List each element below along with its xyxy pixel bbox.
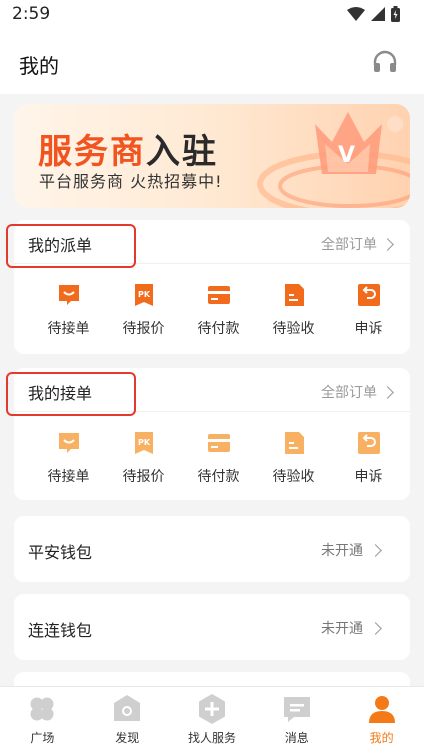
- dispatch-orders-header: 我的派单 全部订单: [6, 220, 410, 268]
- dispatch-pending-payment[interactable]: 待付款: [181, 282, 256, 338]
- svg-text:V: V: [338, 143, 355, 168]
- crown-illustration-icon: V: [257, 112, 410, 208]
- page-header: 我的: [0, 30, 424, 94]
- lianlian-wallet-row[interactable]: 连连钱包 未开通: [14, 594, 410, 660]
- plus-hex-icon: [198, 694, 225, 724]
- pingan-wallet-row[interactable]: 平安钱包 未开通: [14, 516, 410, 582]
- svg-text:PK: PK: [138, 438, 151, 447]
- received-pending-accept[interactable]: 待接单: [31, 430, 106, 486]
- banner-title-rest: 入驻: [146, 132, 218, 172]
- dispatch-appeal[interactable]: 申诉: [331, 282, 406, 338]
- highlight-box: [6, 224, 136, 268]
- all-dispatch-orders-link[interactable]: 全部订单: [321, 234, 394, 254]
- chevron-right-icon: [381, 385, 394, 399]
- card-payment-icon: [207, 286, 230, 304]
- note-inspect-icon: [284, 284, 304, 306]
- received-orders-header: 我的接单 全部订单: [6, 368, 410, 416]
- tab-mine[interactable]: 我的: [339, 687, 424, 754]
- banner-title-accent: 服务商: [38, 132, 146, 172]
- wallet-status: 未开通: [321, 540, 382, 560]
- dispatch-orders-card: 我的派单 全部订单 待接单 PK 待报价 待付款 待验收 申诉: [6, 220, 410, 354]
- received-pending-payment[interactable]: 待付款: [181, 430, 256, 486]
- pending-accept-icon: [58, 285, 79, 305]
- status-label: 申诉: [354, 469, 383, 485]
- tab-label: 广场: [30, 731, 55, 745]
- page-title: 我的: [19, 54, 59, 78]
- bottom-tab-bar: 广场 发现 找人服务 消息 我的: [0, 686, 424, 754]
- chevron-right-icon: [369, 621, 382, 635]
- card-payment-icon: [207, 434, 230, 452]
- status-icons: [347, 6, 400, 22]
- dispatch-pending-accept[interactable]: 待接单: [31, 282, 106, 338]
- battery-icon: [391, 6, 400, 22]
- wallet-title: 平安钱包: [28, 543, 93, 562]
- dispatch-pending-quote[interactable]: PK 待报价: [106, 282, 181, 338]
- received-status-row: 待接单 PK 待报价 待付款 待验收 申诉: [14, 430, 410, 486]
- status-label: 待验收: [272, 469, 315, 485]
- tab-messages[interactable]: 消息: [254, 687, 339, 754]
- discover-icon: [114, 695, 141, 721]
- provider-banner[interactable]: 服务商入驻 平台服务商 火热招募中! V: [14, 104, 410, 208]
- received-pending-quote[interactable]: PK 待报价: [106, 430, 181, 486]
- tab-label: 我的: [369, 731, 394, 745]
- wallet-status: 未开通: [321, 618, 382, 638]
- pk-quote-icon: PK: [134, 432, 153, 454]
- received-appeal[interactable]: 申诉: [331, 430, 406, 486]
- tab-label: 消息: [284, 731, 309, 745]
- status-label: 待付款: [197, 469, 240, 485]
- appeal-return-icon: [357, 284, 380, 306]
- wallet-status-text: 未开通: [321, 543, 363, 559]
- status-label: 待接单: [47, 469, 90, 485]
- pending-accept-icon: [58, 433, 79, 453]
- headset-icon[interactable]: [372, 50, 398, 76]
- chevron-right-icon: [381, 237, 394, 251]
- received-pending-inspection[interactable]: 待验收: [256, 430, 331, 486]
- appeal-return-icon: [357, 432, 380, 454]
- tab-label: 发现: [115, 731, 140, 745]
- tab-discover[interactable]: 发现: [85, 687, 170, 754]
- status-label: 待报价: [122, 321, 165, 337]
- status-label: 待付款: [197, 321, 240, 337]
- wifi-icon: [347, 7, 365, 21]
- note-inspect-icon: [284, 432, 304, 454]
- tab-label: 找人服务: [187, 731, 236, 745]
- status-time: 2:59: [12, 4, 51, 24]
- dispatch-status-row: 待接单 PK 待报价 待付款 待验收 申诉: [14, 282, 410, 338]
- received-orders-card: 我的接单 全部订单 待接单 PK 待报价 待付款 待验收 申诉: [6, 368, 410, 500]
- wallet-title: 连连钱包: [28, 621, 93, 640]
- tab-square[interactable]: 广场: [0, 687, 85, 754]
- clover-icon: [30, 697, 54, 721]
- all-orders-label: 全部订单: [321, 385, 377, 401]
- status-label: 申诉: [354, 321, 383, 337]
- tab-find-service[interactable]: 找人服务: [170, 687, 255, 754]
- user-icon: [368, 696, 395, 723]
- wallet-status-text: 未开通: [321, 621, 363, 637]
- message-icon: [283, 697, 310, 722]
- highlight-box: [6, 372, 136, 416]
- banner-title: 服务商入驻: [38, 124, 218, 173]
- signal-icon: [371, 7, 385, 21]
- status-bar: 2:59: [0, 0, 424, 30]
- all-orders-label: 全部订单: [321, 237, 377, 253]
- all-received-orders-link[interactable]: 全部订单: [321, 382, 394, 402]
- status-label: 待报价: [122, 469, 165, 485]
- status-label: 待验收: [272, 321, 315, 337]
- svg-text:PK: PK: [138, 290, 151, 299]
- dispatch-pending-inspection[interactable]: 待验收: [256, 282, 331, 338]
- pk-quote-icon: PK: [134, 284, 153, 306]
- banner-subtitle: 平台服务商 火热招募中!: [39, 172, 223, 191]
- chevron-right-icon: [369, 543, 382, 557]
- status-label: 待接单: [47, 321, 90, 337]
